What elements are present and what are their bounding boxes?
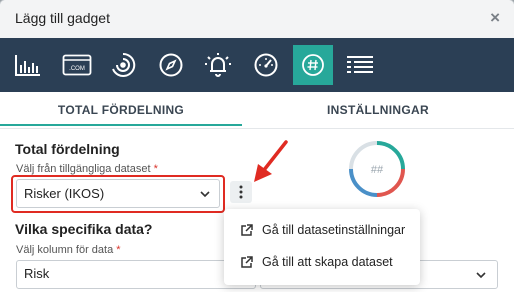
tab-settings[interactable]: INSTÄLLNINGAR (242, 92, 514, 128)
dotcom-icon[interactable]: .COM (57, 45, 97, 85)
active-tab-indicator (0, 124, 242, 126)
annotation-arrow-icon (254, 140, 288, 182)
section-title-specific-data: Vilka specifika data? (15, 221, 153, 237)
bar-chart-icon[interactable] (8, 45, 48, 85)
radial-chart-icon[interactable] (103, 45, 143, 85)
menu-item-label: Gå till att skapa dataset (262, 255, 393, 269)
dialog-title: Lägg till gadget (15, 10, 110, 26)
menu-item-create-dataset[interactable]: Gå till att skapa dataset (224, 247, 420, 279)
column-label: Välj kolumn för data * (16, 244, 121, 256)
add-gadget-dialog: Lägg till gadget × .COM TOTAL FÖRDELNING (0, 0, 514, 292)
chevron-down-icon (475, 268, 487, 286)
alarm-bell-icon[interactable] (198, 45, 238, 85)
dataset-options-button[interactable] (230, 181, 252, 203)
hash-circle-icon[interactable] (293, 45, 333, 85)
external-link-icon (240, 224, 253, 242)
section-title-total-distribution: Total fördelning (15, 141, 120, 157)
gadget-type-bar: .COM (0, 38, 514, 92)
kebab-menu-icon (239, 185, 243, 199)
highlight-box (11, 175, 225, 213)
dataset-label-text: Välj från tillgängliga dataset (16, 163, 151, 175)
dataset-context-menu: Gå till datasetinställningar Gå till att… (224, 209, 420, 285)
gauge-icon[interactable] (246, 45, 286, 85)
dialog-header: Lägg till gadget × (0, 0, 514, 39)
dataset-label: Välj från tillgängliga dataset * (16, 163, 158, 175)
menu-item-label: Gå till datasetinställningar (262, 223, 406, 237)
preview-chart: ## (347, 139, 407, 204)
column-select[interactable]: Risk (16, 260, 256, 289)
menu-item-dataset-settings[interactable]: Gå till datasetinställningar (224, 215, 420, 247)
required-mark: * (153, 163, 158, 175)
list-lines-icon[interactable] (340, 45, 380, 85)
tab-total-distribution[interactable]: TOTAL FÖRDELNING (0, 92, 242, 128)
close-icon[interactable]: × (490, 8, 500, 28)
required-mark: * (116, 244, 121, 256)
column-label-text: Välj kolumn för data (16, 244, 114, 256)
dotcom-label: .COM (69, 66, 85, 72)
preview-symbol: ## (371, 164, 384, 176)
compass-icon[interactable] (151, 45, 191, 85)
external-link-icon (240, 256, 253, 274)
column-select-value: Risk (24, 266, 50, 281)
